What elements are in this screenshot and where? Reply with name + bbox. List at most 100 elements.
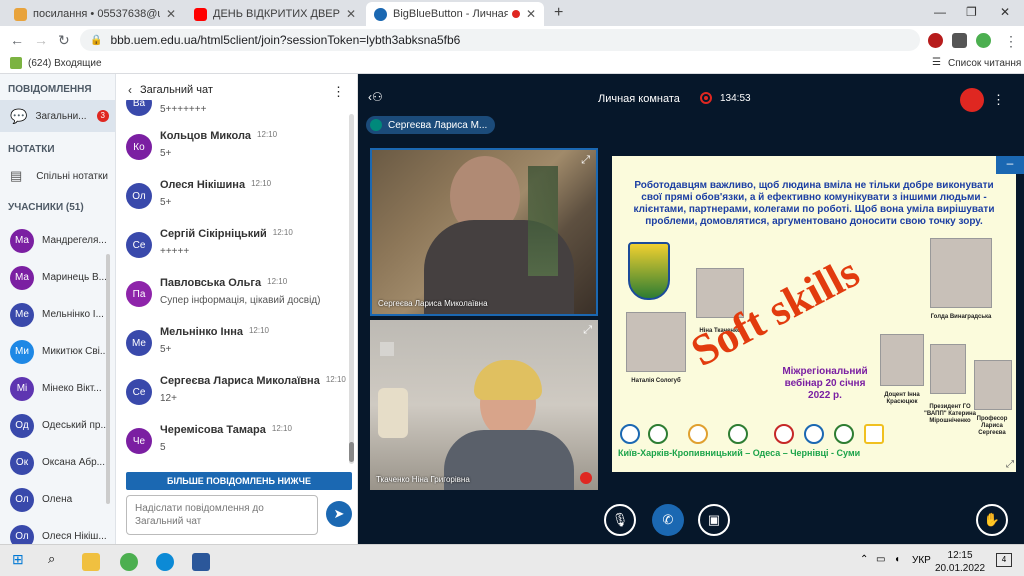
language-indicator[interactable]: УКР	[912, 555, 931, 566]
chat-message: Па Павловська Ольга 12:10 Супер інформація,…	[116, 277, 357, 326]
chat-message: Ва 5+++++++	[116, 100, 357, 130]
close-icon[interactable]: ✕	[346, 7, 356, 21]
chrome-icon[interactable]	[120, 553, 138, 571]
users-section-title: УЧАСНИКИ (51)	[8, 202, 84, 213]
fullscreen-icon[interactable]: ⤢	[581, 154, 590, 167]
public-chat-item[interactable]: 💬 Загальни... 3	[0, 100, 115, 132]
close-window-button[interactable]: ✕	[1000, 5, 1010, 19]
user-name: Микитюк Сві...	[42, 346, 109, 357]
forward-button[interactable]: →	[34, 32, 48, 48]
clock[interactable]: 12:15 20.01.2022	[935, 549, 985, 575]
options-kebab-icon[interactable]: ⋮	[992, 92, 1005, 108]
user-list-item[interactable]: Од Одеський пр...	[0, 407, 115, 444]
extension-abp-icon[interactable]	[928, 33, 943, 48]
message-body: Черемісова Тамара 12:10 5	[160, 424, 292, 473]
microphone-icon	[370, 119, 382, 131]
user-list-item[interactable]: Ма Мандрегеля...	[0, 222, 115, 259]
avatar: Че	[126, 428, 152, 454]
tab-youtube[interactable]: ДЕНЬ ВІДКРИТИХ ДВЕРЕЙ - You ✕	[186, 2, 364, 26]
avatar: Од	[10, 413, 34, 438]
message-body: Олеся Нікішина 12:10 5+	[160, 179, 271, 228]
message-time: 12:10	[257, 130, 278, 139]
minimize-presentation-button[interactable]: –	[996, 156, 1024, 174]
participant-hair	[474, 360, 542, 400]
search-icon[interactable]: ⌕	[48, 551, 66, 569]
user-list-item[interactable]: Ол Олена	[0, 481, 115, 518]
webcam-video-1[interactable]: Сергеєва Лариса Миколаївна ⤢	[370, 148, 598, 316]
tree-decor	[528, 166, 558, 276]
send-button[interactable]: ➤	[326, 501, 352, 527]
word-icon[interactable]	[192, 553, 210, 571]
fullscreen-icon[interactable]: ⤢	[583, 324, 592, 337]
user-list-item[interactable]: Ме Мельнінко І...	[0, 296, 115, 333]
windows-start-icon[interactable]: ⊞	[12, 551, 30, 569]
user-list-item[interactable]: Мі Мінеко Вікт...	[0, 370, 115, 407]
unmute-button[interactable]: 🎙	[604, 504, 636, 536]
tab-bigbluebutton[interactable]: BigBlueButton - Личная комі ✕	[366, 2, 544, 26]
message-text: Супер інформація, цікавий досвід)	[160, 295, 321, 306]
bbb-app: ПОВІДОМЛЕННЯ 💬 Загальни... 3 НОТАТКИ ▤ С…	[0, 74, 1024, 544]
shared-notes-item[interactable]: ▤ Спільні нотатки	[0, 160, 115, 192]
reading-list-icon: ☰	[932, 57, 941, 68]
message-body: Мельнінко Інна 12:10 5+	[160, 326, 269, 375]
close-icon[interactable]: ✕	[166, 7, 176, 21]
tab-ukr-net[interactable]: посилання • 05537638@ukr.net ✕	[6, 2, 184, 26]
address-input[interactable]: 🔒 bbb.uem.edu.ua/html5client/join?sessio…	[80, 29, 920, 51]
user-list-item[interactable]: Ок Оксана Абр...	[0, 444, 115, 481]
network-icon[interactable]: ▭	[876, 554, 885, 565]
windows-taskbar: ⊞ ⌕ ⌃ ▭ ◖ УКР 12:15 20.01.2022 4	[0, 544, 1024, 576]
new-tab-button[interactable]: +	[554, 4, 563, 22]
user-name: Олеся Нікіш...	[42, 531, 107, 542]
webcam-video-2[interactable]: Ткаченко Ніна Григорівна ⤢	[370, 320, 598, 490]
browser-tab-bar: посилання • 05537638@ukr.net ✕ ДЕНЬ ВІДК…	[0, 0, 1024, 26]
user-list-item[interactable]: Ми Микитюк Сві...	[0, 333, 115, 370]
photo-natalia	[626, 312, 686, 372]
message-text: 12+	[160, 393, 177, 404]
user-list-item[interactable]: Ма Маринець В...	[0, 259, 115, 296]
bookmarks-bar: (624) Входящие ☰ Список читання	[0, 54, 1024, 74]
bookmark-inbox[interactable]: (624) Входящие	[28, 58, 102, 69]
menu-kebab-icon[interactable]: ⋮	[1004, 33, 1018, 50]
chat-message: Че Черемісова Тамара 12:10 5	[116, 424, 357, 473]
chat-scrollbar-thumb[interactable]	[349, 442, 354, 462]
recording-icon[interactable]	[700, 92, 712, 104]
message-text: 5+	[160, 148, 172, 159]
extensions-puzzle-icon[interactable]	[952, 33, 967, 48]
message-text: +++++	[160, 246, 190, 257]
chat-message-input[interactable]: Надіслати повідомлення до Загальний чат	[126, 495, 318, 535]
chat-options-kebab-icon[interactable]: ⋮	[332, 84, 345, 100]
volume-icon[interactable]: ◖	[894, 554, 900, 565]
back-button[interactable]: ←	[10, 32, 24, 48]
org-logo-3-icon	[688, 424, 708, 444]
user-list-item[interactable]: Ол Олеся Нікіш...	[0, 518, 115, 544]
chat-scrollbar-track[interactable]	[349, 114, 354, 464]
leave-audio-button[interactable]: ✆	[652, 504, 684, 536]
reading-list-button[interactable]: Список читання	[948, 58, 1021, 69]
avatar: Ма	[10, 265, 34, 290]
share-webcam-button[interactable]: ▣	[698, 504, 730, 536]
presentation-slide[interactable]: Роботодавцям важливо, щоб людина вміла н…	[612, 156, 1016, 472]
restore-button[interactable]: ❐	[966, 5, 977, 19]
raise-hand-button[interactable]: ✋	[976, 504, 1008, 536]
tray-chevron-up-icon[interactable]: ⌃	[860, 554, 868, 565]
reload-button[interactable]: ↻	[58, 32, 70, 49]
user-list-scrollbar[interactable]	[106, 254, 110, 504]
more-messages-button[interactable]: БІЛЬШЕ ПОВІДОМЛЕНЬ НИЖЧЕ	[126, 472, 352, 490]
edge-icon[interactable]	[156, 553, 174, 571]
toggle-user-list-icon[interactable]: ‹⚇	[368, 90, 383, 104]
chat-message: Се Сергій Сікірніцький 12:10 +++++	[116, 228, 357, 277]
wall-switch-decor	[380, 342, 394, 356]
profile-avatar[interactable]	[976, 33, 991, 48]
close-icon[interactable]: ✕	[526, 7, 536, 21]
minimize-button[interactable]: —	[934, 5, 946, 19]
phone-icon: ✆	[662, 512, 674, 527]
file-explorer-icon[interactable]	[82, 553, 100, 571]
fullscreen-icon[interactable]: ⤢	[1006, 459, 1014, 470]
coat-of-arms-icon	[628, 242, 670, 300]
photo-kateryna	[930, 344, 966, 394]
chevron-left-icon[interactable]: ‹	[128, 83, 132, 97]
connection-status-button[interactable]	[960, 88, 984, 112]
avatar: Ме	[10, 302, 34, 327]
user-name: Мельнінко І...	[42, 309, 104, 320]
notifications-icon[interactable]: 4	[996, 553, 1012, 567]
